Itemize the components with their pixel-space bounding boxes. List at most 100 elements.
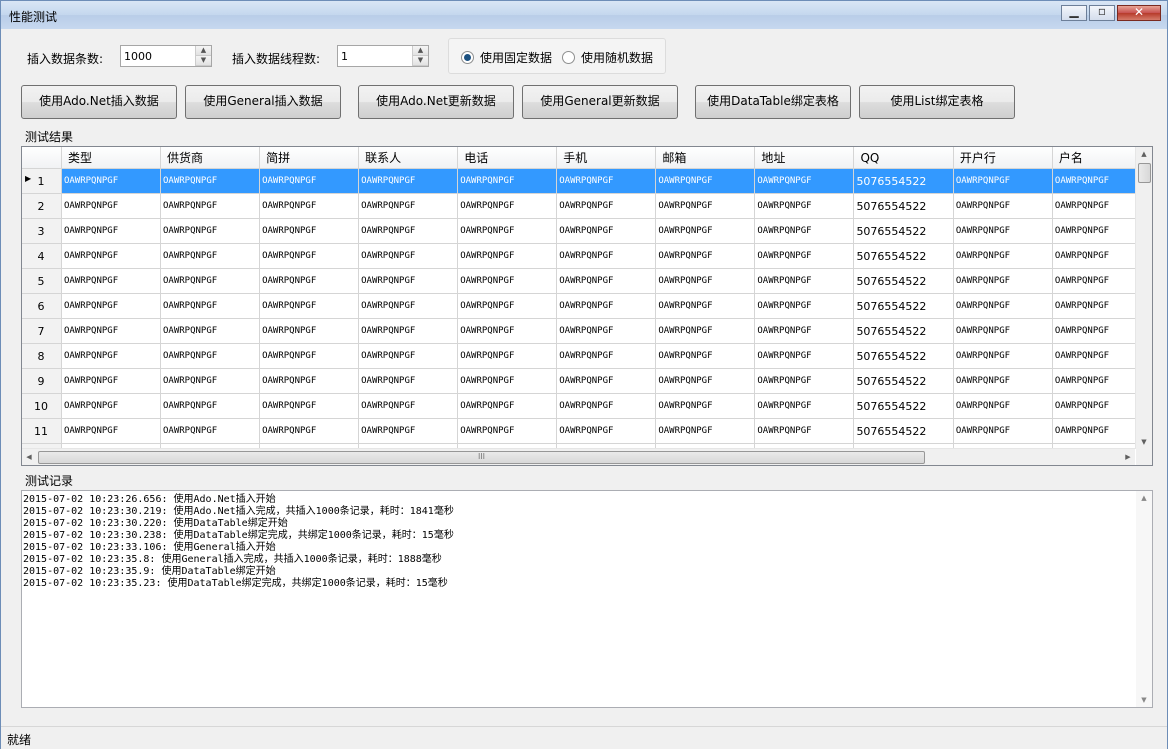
general-update-button[interactable]: 使用General更新数据	[522, 85, 678, 119]
table-row[interactable]: 11 OAWRPQNPGF OAWRPQNPGF OAWRPQNPGF OAWRPQNP…	[22, 418, 1152, 444]
table-cell[interactable]: OAWRPQNPGF	[457, 418, 558, 444]
table-cell[interactable]: OAWRPQNPGF	[61, 268, 162, 294]
row-header-corner[interactable]	[22, 147, 62, 169]
scroll-left-icon[interactable]: ◀	[22, 449, 36, 465]
row-header[interactable]: 4	[22, 243, 62, 269]
table-cell[interactable]: OAWRPQNPGF	[259, 418, 360, 444]
table-cell[interactable]: OAWRPQNPGF	[259, 268, 360, 294]
table-cell[interactable]: OAWRPQNPGF	[655, 193, 756, 219]
maximize-button[interactable]: ▫	[1089, 4, 1115, 21]
table-cell[interactable]: OAWRPQNPGF	[358, 218, 459, 244]
spin-down-icon[interactable]: ▼	[196, 56, 211, 66]
minimize-button[interactable]: ▁	[1061, 4, 1087, 21]
table-cell[interactable]: OAWRPQNPGF	[556, 368, 657, 394]
column-header[interactable]: 电话	[457, 147, 558, 169]
radio-checked-icon[interactable]	[461, 51, 474, 64]
results-grid[interactable]: 类型 供货商 简拼 联系人 电话 手机 邮箱 地址 QQ 开户行 户名 1OAW…	[21, 146, 1153, 466]
table-cell[interactable]: OAWRPQNPGF	[259, 368, 360, 394]
table-cell[interactable]: OAWRPQNPGF	[358, 293, 459, 319]
table-cell[interactable]: OAWRPQNPGF	[259, 243, 360, 269]
table-cell[interactable]: OAWRPQNPGF	[61, 418, 162, 444]
table-cell[interactable]: 5076554522	[853, 243, 954, 269]
grid-hscroll-thumb[interactable]: III	[38, 451, 925, 464]
table-cell[interactable]: OAWRPQNPGF	[160, 418, 261, 444]
table-cell[interactable]: OAWRPQNPGF	[160, 293, 261, 319]
ado-update-button[interactable]: 使用Ado.Net更新数据	[358, 85, 514, 119]
radio-random-data[interactable]: 使用随机数据	[562, 49, 653, 66]
table-cell[interactable]: OAWRPQNPGF	[160, 318, 261, 344]
radio-unchecked-icon[interactable]	[562, 51, 575, 64]
insert-count-arrows[interactable]: ▲ ▼	[195, 46, 211, 66]
table-cell[interactable]: OAWRPQNPGF	[457, 343, 558, 369]
ado-insert-button[interactable]: 使用Ado.Net插入数据	[21, 85, 177, 119]
grid-vertical-scrollbar[interactable]: ▲ ▼	[1135, 147, 1152, 449]
table-cell[interactable]: OAWRPQNPGF	[358, 318, 459, 344]
radio-fixed-data[interactable]: 使用固定数据	[461, 49, 552, 66]
table-cell[interactable]: OAWRPQNPGF	[160, 243, 261, 269]
table-cell[interactable]: OAWRPQNPGF	[953, 268, 1053, 294]
table-cell[interactable]: OAWRPQNPGF	[61, 343, 162, 369]
table-cell[interactable]: OAWRPQNPGF	[953, 293, 1053, 319]
table-cell[interactable]: OAWRPQNPGF	[754, 318, 855, 344]
table-cell[interactable]: OAWRPQNPGF	[160, 218, 261, 244]
table-cell[interactable]: OAWRPQNPGF	[953, 243, 1053, 269]
table-cell[interactable]: OAWRPQNPGF	[754, 218, 855, 244]
table-row[interactable]: 4 OAWRPQNPGF OAWRPQNPGF OAWRPQNPGF OAWRPQNPG…	[22, 243, 1152, 269]
table-cell[interactable]: OAWRPQNPGF	[655, 218, 756, 244]
table-cell[interactable]: OAWRPQNPGF	[457, 218, 558, 244]
scroll-down-icon[interactable]: ▼	[1136, 435, 1152, 449]
table-cell[interactable]: OAWRPQNPGF	[556, 293, 657, 319]
table-cell[interactable]: OAWRPQNPGF	[953, 193, 1053, 219]
scroll-down-icon[interactable]: ▼	[1136, 696, 1152, 704]
column-header[interactable]: 地址	[754, 147, 855, 169]
table-cell[interactable]: OAWRPQNPGF	[259, 293, 360, 319]
table-cell[interactable]: OAWRPQNPGF	[655, 268, 756, 294]
table-cell[interactable]: 5076554522	[853, 393, 954, 419]
table-cell[interactable]: OAWRPQNPGF	[358, 243, 459, 269]
table-cell[interactable]: OAWRPQNPGF	[259, 343, 360, 369]
table-cell[interactable]: OAWRPQNPGF	[953, 418, 1053, 444]
table-cell[interactable]: OAWRPQNPGF	[457, 393, 558, 419]
row-header[interactable]: 1	[22, 168, 62, 194]
table-cell[interactable]: OAWRPQNPGF	[457, 368, 558, 394]
table-cell[interactable]: OAWRPQNPGF	[61, 243, 162, 269]
scroll-up-icon[interactable]: ▲	[1136, 147, 1152, 161]
thread-count-input[interactable]	[338, 46, 416, 66]
column-header[interactable]: QQ	[853, 147, 954, 169]
table-cell[interactable]: OAWRPQNPGF	[655, 368, 756, 394]
column-header[interactable]: 开户行	[953, 147, 1053, 169]
grid-vscroll-thumb[interactable]	[1138, 163, 1151, 183]
insert-count-input[interactable]	[121, 46, 199, 66]
table-cell[interactable]: OAWRPQNPGF	[556, 243, 657, 269]
table-cell[interactable]: OAWRPQNPGF	[259, 393, 360, 419]
grid-horizontal-scrollbar[interactable]: ◀ III ▶	[22, 448, 1135, 465]
table-row[interactable]: 7 OAWRPQNPGF OAWRPQNPGF OAWRPQNPGF OAWRPQNPG…	[22, 318, 1152, 344]
table-row[interactable]: 2 OAWRPQNPGF OAWRPQNPGF OAWRPQNPGF OAWRPQNPG…	[22, 193, 1152, 219]
table-cell[interactable]: OAWRPQNPGF	[457, 318, 558, 344]
table-cell[interactable]: 5076554522	[853, 343, 954, 369]
table-cell[interactable]: OAWRPQNPGF	[61, 293, 162, 319]
table-cell[interactable]: OAWRPQNPGF	[61, 318, 162, 344]
row-header[interactable]: 5	[22, 268, 62, 294]
row-header[interactable]: 3	[22, 218, 62, 244]
table-cell[interactable]: OAWRPQNPGF	[358, 168, 459, 194]
column-header[interactable]: 联系人	[358, 147, 459, 169]
list-bind-button[interactable]: 使用List绑定表格	[859, 85, 1015, 119]
table-cell[interactable]: OAWRPQNPGF	[358, 268, 459, 294]
table-cell[interactable]: OAWRPQNPGF	[457, 268, 558, 294]
table-cell[interactable]: OAWRPQNPGF	[655, 418, 756, 444]
table-cell[interactable]: 5076554522	[853, 218, 954, 244]
table-cell[interactable]: OAWRPQNPGF	[754, 343, 855, 369]
table-cell[interactable]: OAWRPQNPGF	[953, 218, 1053, 244]
table-cell[interactable]: OAWRPQNPGF	[457, 243, 558, 269]
table-cell[interactable]: OAWRPQNPGF	[358, 343, 459, 369]
table-row[interactable]: 1OAWRPQNPGFOAWRPQNPGFOAWRPQNPGFOAWRPQNPG…	[22, 168, 1152, 194]
table-cell[interactable]: OAWRPQNPGF	[358, 393, 459, 419]
table-cell[interactable]: OAWRPQNPGF	[556, 393, 657, 419]
table-row[interactable]: 10 OAWRPQNPGF OAWRPQNPGF OAWRPQNPGF OAWRPQNP…	[22, 393, 1152, 419]
table-cell[interactable]: OAWRPQNPGF	[457, 168, 558, 194]
table-cell[interactable]: OAWRPQNPGF	[953, 368, 1053, 394]
table-cell[interactable]: OAWRPQNPGF	[556, 168, 657, 194]
table-cell[interactable]: 5076554522	[853, 193, 954, 219]
row-header[interactable]: 2	[22, 193, 62, 219]
